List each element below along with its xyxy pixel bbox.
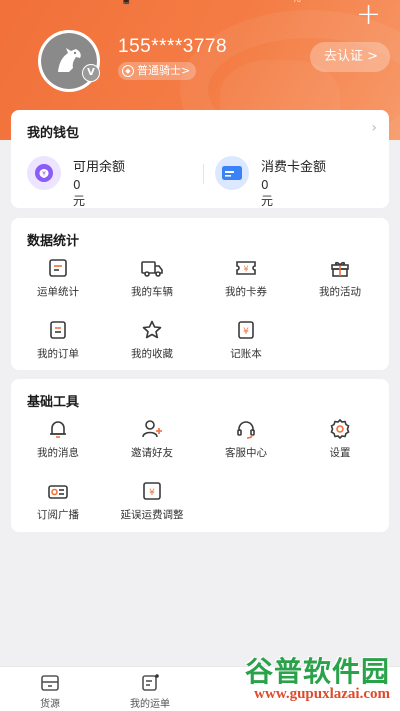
svg-text:¥: ¥ — [42, 171, 46, 178]
ledger-item[interactable]: ¥ 记账本 — [199, 318, 293, 368]
coupon-item[interactable]: ¥ 我的卡券 — [199, 256, 293, 306]
coupon-icon: ¥ — [234, 256, 258, 280]
broadcast-item[interactable]: 订阅广播 — [11, 479, 105, 529]
favorites-label: 我的收藏 — [131, 348, 173, 360]
waybill-icon — [142, 674, 159, 691]
svg-text:¥: ¥ — [243, 327, 249, 337]
headset-icon — [234, 417, 258, 441]
order-item[interactable]: 我的订单 — [11, 318, 105, 368]
tab-cargo[interactable]: 货源 — [10, 673, 90, 710]
verified-badge: V — [82, 64, 100, 82]
settings-label: 设置 — [329, 447, 351, 459]
tools-card: 基础工具 我的消息 邀请好友 客服中心 设置 订阅广播 ¥ 延误运费调整 — [11, 379, 389, 532]
level-icon: ◆ — [122, 65, 134, 77]
ledger-icon: ¥ — [234, 318, 258, 342]
tools-title: 基础工具 — [27, 395, 80, 410]
fee-adjust-label: 延误运费调整 — [120, 509, 184, 521]
phone-number: 155****3778 — [118, 36, 228, 57]
tab-waybill-label: 我的运单 — [130, 699, 170, 710]
coupon-label: 我的卡券 — [225, 286, 267, 298]
watermark-url: www.gupuxlazai.com — [254, 686, 390, 702]
truck-icon — [140, 256, 164, 280]
status-bar-fragment: 📱 % — [120, 0, 379, 5]
broadcast-label: 订阅广播 — [37, 509, 79, 521]
level-label: 普通骑士> — [137, 64, 191, 77]
level-badge[interactable]: ◆ 普通骑士> — [118, 62, 197, 80]
activity-item[interactable]: 我的活动 — [293, 256, 387, 306]
svg-text:¥: ¥ — [149, 488, 155, 498]
favorites-item[interactable]: 我的收藏 — [105, 318, 199, 368]
money-bag-icon: ¥ — [27, 156, 61, 190]
svg-text:¥: ¥ — [243, 265, 248, 274]
card-balance-value: 0元 — [261, 178, 274, 208]
bell-icon — [46, 417, 70, 441]
watermark: 谷普软件园 www.gupuxlazai.com — [224, 650, 394, 706]
support-label: 客服中心 — [225, 447, 267, 459]
chevron-right-icon[interactable]: › — [371, 120, 377, 136]
messages-label: 我的消息 — [37, 447, 79, 459]
card-icon — [215, 156, 249, 190]
card-balance-label: 消费卡金额 — [261, 160, 327, 175]
waybill-stats-icon — [46, 256, 70, 280]
radio-icon — [46, 479, 70, 503]
waybill-stats-item[interactable]: 运单统计 — [11, 256, 105, 306]
invite-label: 邀请好友 — [131, 447, 173, 459]
avatar[interactable] — [38, 30, 100, 92]
tab-cargo-label: 货源 — [40, 699, 60, 710]
vehicle-label: 我的车辆 — [131, 286, 173, 298]
order-icon — [46, 318, 70, 342]
invite-item[interactable]: 邀请好友 — [105, 417, 199, 467]
fee-adjust-item[interactable]: ¥ 延误运费调整 — [105, 479, 199, 529]
vehicle-item[interactable]: 我的车辆 — [105, 256, 199, 306]
gear-icon — [328, 417, 352, 441]
support-item[interactable]: 客服中心 — [199, 417, 293, 467]
activity-label: 我的活动 — [319, 286, 361, 298]
waybill-stats-label: 运单统计 — [37, 286, 79, 298]
add-user-icon — [140, 417, 164, 441]
ledger-label: 记账本 — [230, 348, 262, 360]
plus-icon[interactable]: + — [356, 0, 381, 30]
stats-title: 数据统计 — [27, 234, 80, 249]
cargo-icon — [41, 675, 59, 691]
wallet-title: 我的钱包 — [27, 126, 80, 141]
tab-waybill[interactable]: 我的运单 — [110, 673, 190, 710]
divider — [203, 164, 204, 184]
balance-label: 可用余额 — [73, 160, 126, 175]
balance-value: 0元 — [73, 178, 86, 208]
star-icon — [140, 318, 164, 342]
verify-button[interactable]: 去认证 > — [309, 42, 390, 72]
gift-icon — [328, 256, 352, 280]
watermark-title: 谷普软件园 — [244, 655, 390, 688]
settings-item[interactable]: 设置 — [293, 417, 387, 467]
wallet-card[interactable]: 我的钱包 › ¥ 可用余额 0元 消费卡金额 0元 — [11, 110, 389, 208]
order-label: 我的订单 — [37, 348, 79, 360]
stats-card: 数据统计 运单统计 我的车辆 ¥ 我的卡券 我的活动 我的订单 我的收藏 ¥ 记… — [11, 218, 389, 370]
messages-item[interactable]: 我的消息 — [11, 417, 105, 467]
fee-adjust-icon: ¥ — [140, 479, 164, 503]
